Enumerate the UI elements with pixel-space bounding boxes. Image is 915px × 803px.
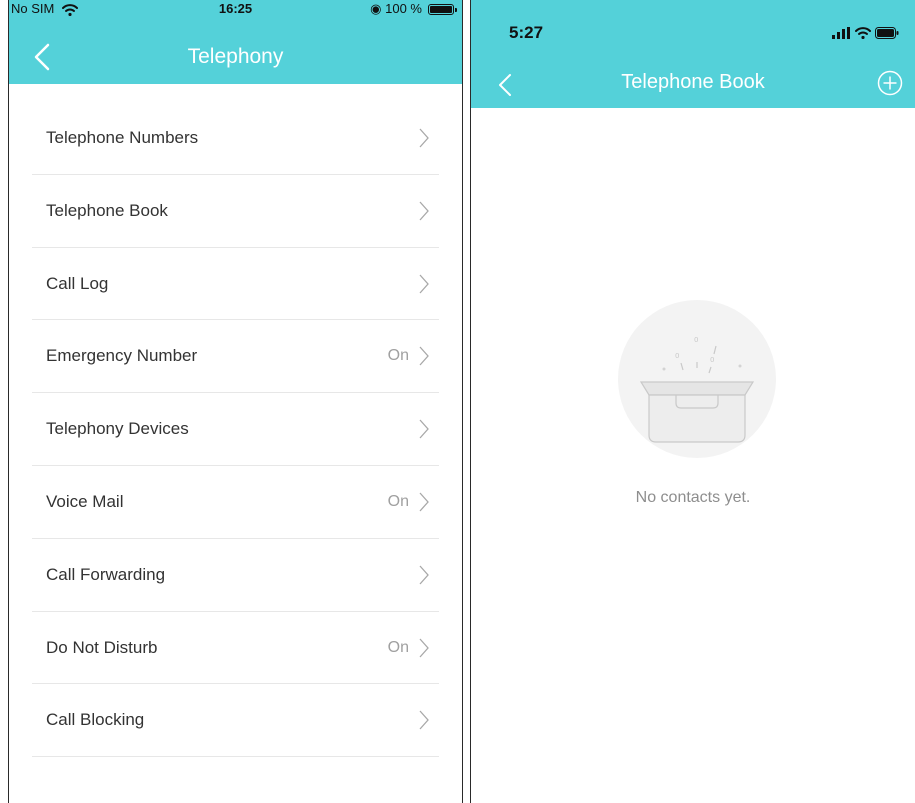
battery-text: 100 %	[385, 1, 422, 16]
svg-text:0: 0	[675, 352, 679, 360]
nav-bar: Telephone Book	[471, 58, 915, 108]
list-item-label: Emergency Number	[46, 346, 198, 366]
chevron-right-icon	[419, 128, 429, 148]
plus-circle-icon[interactable]	[877, 70, 903, 96]
svg-text:0: 0	[694, 336, 698, 344]
list-item-label: Telephone Book	[46, 200, 168, 220]
chevron-right-icon	[419, 638, 429, 658]
list-item-emergency-number[interactable]: Emergency Number On	[32, 320, 439, 394]
list-item-label: Call Blocking	[46, 710, 145, 730]
list-item-value: On	[387, 638, 409, 656]
battery-percent: ◉ 100 %	[370, 1, 422, 17]
wifi-icon	[854, 27, 871, 40]
status-bar: 5:27	[471, 0, 915, 58]
list-item-label: Voice Mail	[46, 491, 124, 511]
chevron-right-icon	[419, 346, 429, 366]
list-item-telephone-numbers[interactable]: Telephone Numbers	[32, 102, 439, 175]
chevron-right-icon	[419, 274, 429, 294]
chevron-right-icon	[419, 201, 429, 221]
page-title: Telephone Book	[621, 71, 765, 93]
alarm-icon: ◉	[370, 1, 382, 16]
list-item-do-not-disturb[interactable]: Do Not Disturb On	[32, 612, 439, 685]
chevron-right-icon	[419, 710, 429, 730]
list-item-label: Do Not Disturb	[46, 637, 158, 657]
list-item-call-log[interactable]: Call Log	[32, 248, 439, 321]
empty-box-icon: 0 0 0	[618, 300, 776, 458]
status-icons	[832, 26, 899, 44]
telephony-screen: No SIM 16:25 ◉ 100 % Telephony Telephone…	[8, 0, 463, 803]
signal-icon	[832, 27, 851, 39]
list-item-call-forwarding[interactable]: Call Forwarding	[32, 539, 439, 612]
settings-list: Telephone Numbers Telephone Book Call Lo…	[32, 102, 439, 758]
status-time: 5:27	[509, 23, 544, 42]
list-item-label: Telephone Numbers	[46, 128, 199, 147]
status-bar: No SIM 16:25 ◉ 100 %	[9, 0, 462, 18]
chevron-right-icon	[419, 565, 429, 585]
list-item-value: On	[387, 492, 409, 510]
svg-text:0: 0	[710, 356, 714, 364]
list-item-telephone-book[interactable]: Telephone Book	[32, 175, 439, 248]
battery-icon	[875, 27, 899, 39]
list-item-label: Call Forwarding	[46, 564, 166, 584]
nav-bar: Telephony	[9, 18, 462, 84]
list-item-label: Call Log	[46, 273, 109, 293]
list-item-voice-mail[interactable]: Voice Mail On	[32, 466, 439, 539]
list-item-label: Telephony Devices	[46, 419, 189, 439]
list-item-telephony-devices[interactable]: Telephony Devices	[32, 393, 439, 466]
chevron-right-icon	[419, 492, 429, 512]
empty-state-message: No contacts yet.	[635, 489, 751, 506]
telephone-book-screen: 5:27 Telephone Book 0 0 0 No contacts ye…	[470, 0, 915, 803]
chevron-right-icon	[419, 419, 429, 439]
page-title: Telephony	[187, 45, 284, 68]
battery-icon	[428, 4, 457, 15]
list-item-call-blocking[interactable]: Call Blocking	[32, 684, 439, 758]
list-item-value: On	[387, 347, 409, 365]
